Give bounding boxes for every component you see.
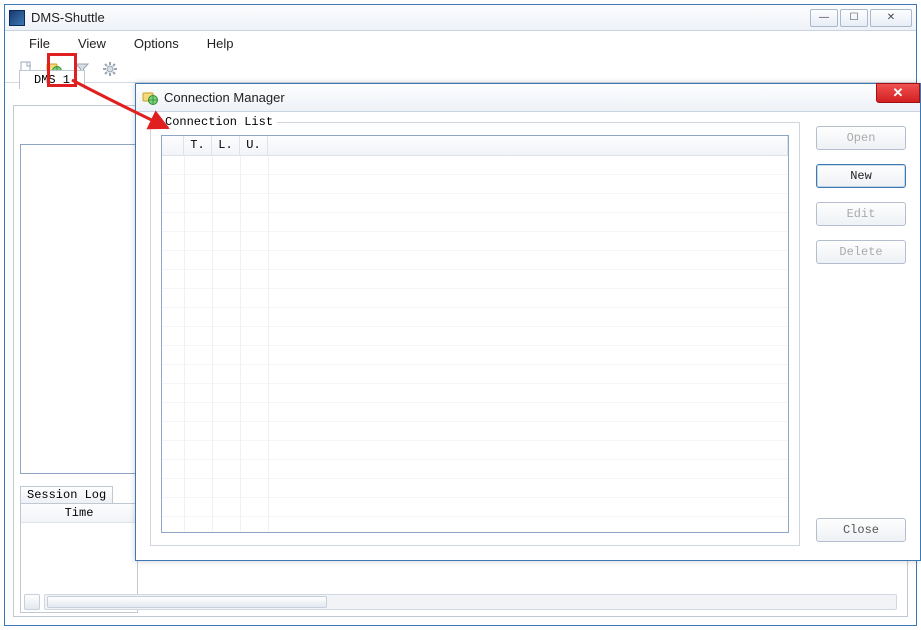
col-blank[interactable] <box>162 136 184 155</box>
scroll-anchor[interactable] <box>24 594 40 610</box>
connection-manager-dialog: Connection Manager ✕ Connection List T. … <box>135 83 921 561</box>
document-tab[interactable]: DMS 1 <box>19 70 85 89</box>
horizontal-scrollbar[interactable] <box>44 594 897 610</box>
edit-button[interactable]: Edit <box>816 202 906 226</box>
menu-view[interactable]: View <box>64 33 120 54</box>
session-log-time-header[interactable]: Time <box>21 504 137 523</box>
globe-connect-icon <box>142 90 158 106</box>
delete-button[interactable]: Delete <box>816 240 906 264</box>
minimize-button[interactable]: — <box>810 9 838 27</box>
col-rest[interactable] <box>268 136 788 155</box>
scrollbar-thumb[interactable] <box>47 596 327 608</box>
connection-list-group: Connection List T. L. U. <box>150 122 800 546</box>
app-icon <box>9 10 25 26</box>
menubar: File View Options Help <box>5 31 916 55</box>
dialog-close-button[interactable]: ✕ <box>876 83 920 103</box>
dialog-title: Connection Manager <box>164 90 285 105</box>
col-u[interactable]: U. <box>240 136 268 155</box>
col-l[interactable]: L. <box>212 136 240 155</box>
tree-panel[interactable] <box>20 144 138 474</box>
titlebar[interactable]: DMS-Shuttle — ☐ ✕ <box>5 5 916 31</box>
dialog-titlebar[interactable]: Connection Manager ✕ <box>136 84 920 112</box>
connection-list-header: T. L. U. <box>162 136 788 156</box>
col-t[interactable]: T. <box>184 136 212 155</box>
new-button[interactable]: New <box>816 164 906 188</box>
menu-help[interactable]: Help <box>193 33 248 54</box>
open-button[interactable]: Open <box>816 126 906 150</box>
grid-vline <box>184 156 185 532</box>
settings-button[interactable] <box>97 57 123 81</box>
toolbar <box>5 55 916 83</box>
close-button[interactable]: Close <box>816 518 906 542</box>
grid-vline <box>240 156 241 532</box>
dialog-button-column: Open New Edit Delete <box>816 126 906 264</box>
connection-list-rows[interactable] <box>162 156 788 532</box>
window-title: DMS-Shuttle <box>31 10 105 25</box>
menu-options[interactable]: Options <box>120 33 193 54</box>
gear-icon <box>102 61 118 77</box>
session-log-tab[interactable]: Session Log <box>20 486 113 504</box>
grid-vline <box>212 156 213 532</box>
maximize-button[interactable]: ☐ <box>840 9 868 27</box>
grid-vline <box>268 156 269 532</box>
connection-list-grid[interactable]: T. L. U. <box>161 135 789 533</box>
close-button[interactable]: ✕ <box>870 9 912 27</box>
menu-file[interactable]: File <box>15 33 64 54</box>
connection-list-label: Connection List <box>161 115 277 129</box>
